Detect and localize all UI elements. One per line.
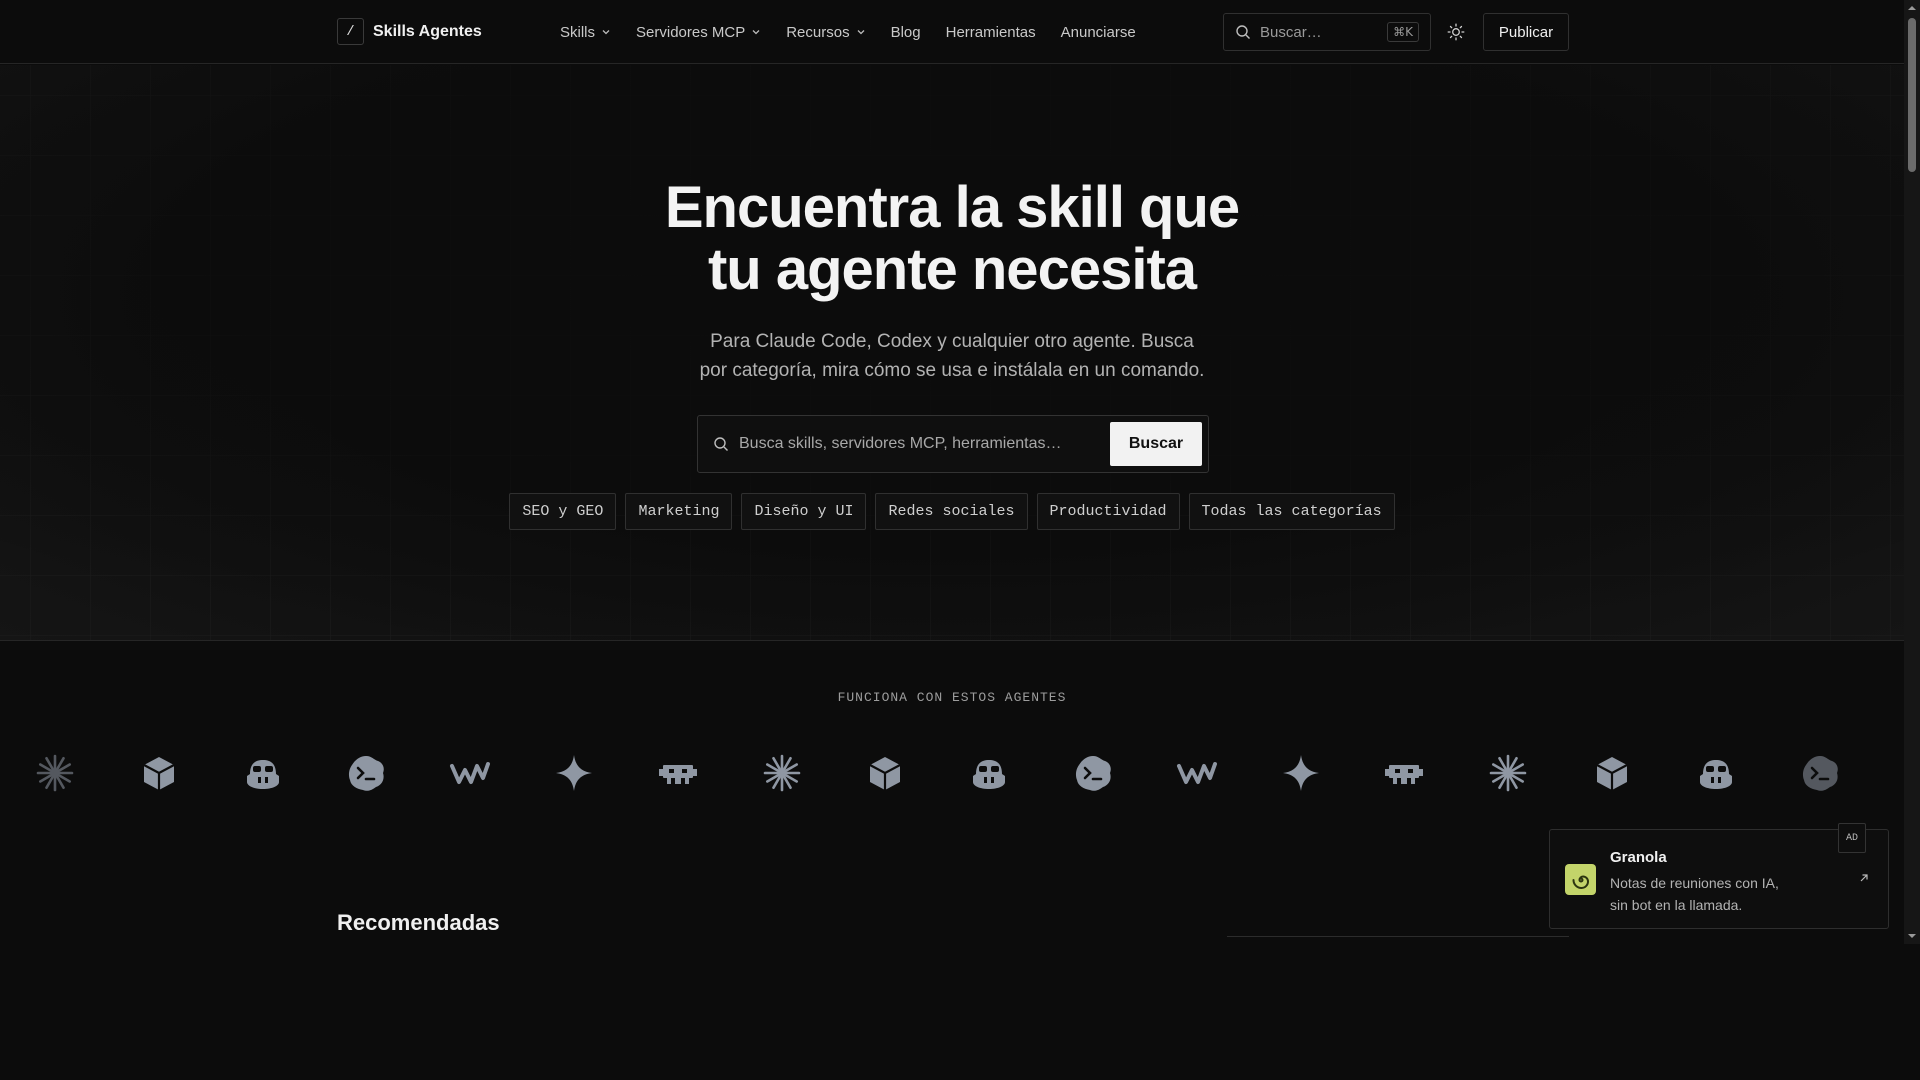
header-search[interactable]: Buscar… ⌘K xyxy=(1223,13,1431,51)
search-icon xyxy=(1236,25,1250,39)
scroll-down-arrow-icon[interactable] xyxy=(1907,931,1917,941)
hero-section: Encuentra la skill que tu agente necesit… xyxy=(0,65,1904,641)
copilot-icon xyxy=(973,760,1006,789)
top-navbar: / Skills Agentes Skills Servidores MCP R… xyxy=(0,0,1904,64)
sun-icon xyxy=(1447,23,1465,41)
brand-link[interactable]: / Skills Agentes xyxy=(337,18,482,45)
chip-seo-geo[interactable]: SEO y GEO xyxy=(509,493,617,530)
sparkle-burst-icon xyxy=(36,754,74,792)
nav-blog[interactable]: Blog xyxy=(891,24,921,41)
hero-subtitle-line2: por categoría, mira cómo se usa e instál… xyxy=(699,360,1205,381)
chevron-down-icon xyxy=(602,30,610,35)
brand-logo: / xyxy=(337,18,364,45)
hero-subtitle-line1: Para Claude Code, Codex y cualquier otro… xyxy=(710,331,1194,352)
cube-icon xyxy=(143,757,175,790)
scrollbar-thumb[interactable] xyxy=(1908,18,1916,172)
ad-description: Notas de reuniones con IA, sin bot en la… xyxy=(1610,872,1815,916)
terminal-blob-icon xyxy=(1802,756,1838,791)
chip-todas-categorias[interactable]: Todas las categorías xyxy=(1188,493,1395,530)
ad-badge: AD xyxy=(1838,823,1866,853)
nav-recursos-label: Recursos xyxy=(786,23,850,41)
hero-title: Encuentra la skill que tu agente necesit… xyxy=(0,177,1904,301)
invader-icon xyxy=(1385,765,1424,784)
nav-skills-label: Skills xyxy=(560,23,596,41)
category-chips: SEO y GEO Marketing Diseño y UI Redes so… xyxy=(0,493,1904,530)
brand-name: Skills Agentes xyxy=(373,22,482,40)
windsurf-icon xyxy=(1176,762,1217,784)
copilot-icon xyxy=(1699,760,1732,789)
four-point-star-icon xyxy=(1282,755,1319,791)
nav-servidores-mcp-label: Servidores MCP xyxy=(636,23,746,41)
header-search-placeholder: Buscar… xyxy=(1260,23,1322,41)
agents-section-label: FUNCIONA CON ESTOS AGENTES xyxy=(837,690,1067,705)
chip-marketing[interactable]: Marketing xyxy=(625,493,733,530)
theme-toggle-button[interactable] xyxy=(1444,20,1468,44)
hero-title-line2: tu agente necesita xyxy=(707,237,1197,302)
terminal-blob-icon xyxy=(349,756,385,791)
external-arrow-icon xyxy=(1860,874,1868,882)
ad-desc-line1: Notas de reuniones con IA, xyxy=(1610,875,1779,891)
nav-herramientas[interactable]: Herramientas xyxy=(946,24,1036,41)
hero-subtitle: Para Claude Code, Codex y cualquier otro… xyxy=(0,327,1904,385)
ad-card[interactable]: AD Granola Notas de reuniones con IA, si… xyxy=(1549,823,1889,929)
recommended-title: Recomendadas xyxy=(337,910,500,935)
ad-title: Granola xyxy=(1610,849,1667,866)
publish-button[interactable]: Publicar xyxy=(1483,13,1569,51)
nav-anunciarse[interactable]: Anunciarse xyxy=(1061,24,1136,41)
cube-icon xyxy=(1596,757,1628,790)
nav-servidores-mcp[interactable]: Servidores MCP xyxy=(636,24,761,41)
chip-diseno-ui[interactable]: Diseño y UI xyxy=(741,493,867,530)
windsurf-icon xyxy=(450,762,491,784)
sparkle-burst-icon xyxy=(763,754,800,792)
terminal-blob-icon xyxy=(1075,756,1111,791)
ad-desc-line2: sin bot en la llamada. xyxy=(1610,897,1743,913)
chevron-down-icon xyxy=(857,30,865,35)
sparkle-burst-icon xyxy=(1489,754,1527,792)
scroll-up-arrow-icon[interactable] xyxy=(1907,3,1917,13)
search-icon xyxy=(714,437,728,451)
four-point-star-icon xyxy=(556,755,592,791)
chip-redes-sociales[interactable]: Redes sociales xyxy=(875,493,1028,530)
nav-skills[interactable]: Skills xyxy=(560,24,611,41)
cube-icon xyxy=(869,757,901,790)
vertical-scrollbar[interactable] xyxy=(1904,0,1920,944)
chip-productividad[interactable]: Productividad xyxy=(1036,493,1180,530)
agents-icon-row xyxy=(34,752,1914,796)
page: / Skills Agentes Skills Servidores MCP R… xyxy=(0,0,1920,1080)
main-nav: Skills Servidores MCP Recursos Blog Herr… xyxy=(560,0,1136,64)
chevron-down-icon xyxy=(752,30,760,35)
nav-recursos[interactable]: Recursos xyxy=(786,24,865,41)
hero-search-input[interactable]: Busca skills, servidores MCP, herramient… xyxy=(739,435,1100,453)
hero-search-button[interactable]: Buscar xyxy=(1110,422,1202,466)
copilot-icon xyxy=(246,760,279,789)
hero-title-line1: Encuentra la skill que xyxy=(664,175,1240,240)
granola-logo xyxy=(1565,864,1596,895)
invader-icon xyxy=(658,765,697,784)
recommended-card-edge xyxy=(1227,936,1569,937)
search-shortcut: ⌘K xyxy=(1387,22,1419,42)
hero-search-bar: Busca skills, servidores MCP, herramient… xyxy=(697,415,1209,473)
spiral-icon xyxy=(1572,874,1589,889)
